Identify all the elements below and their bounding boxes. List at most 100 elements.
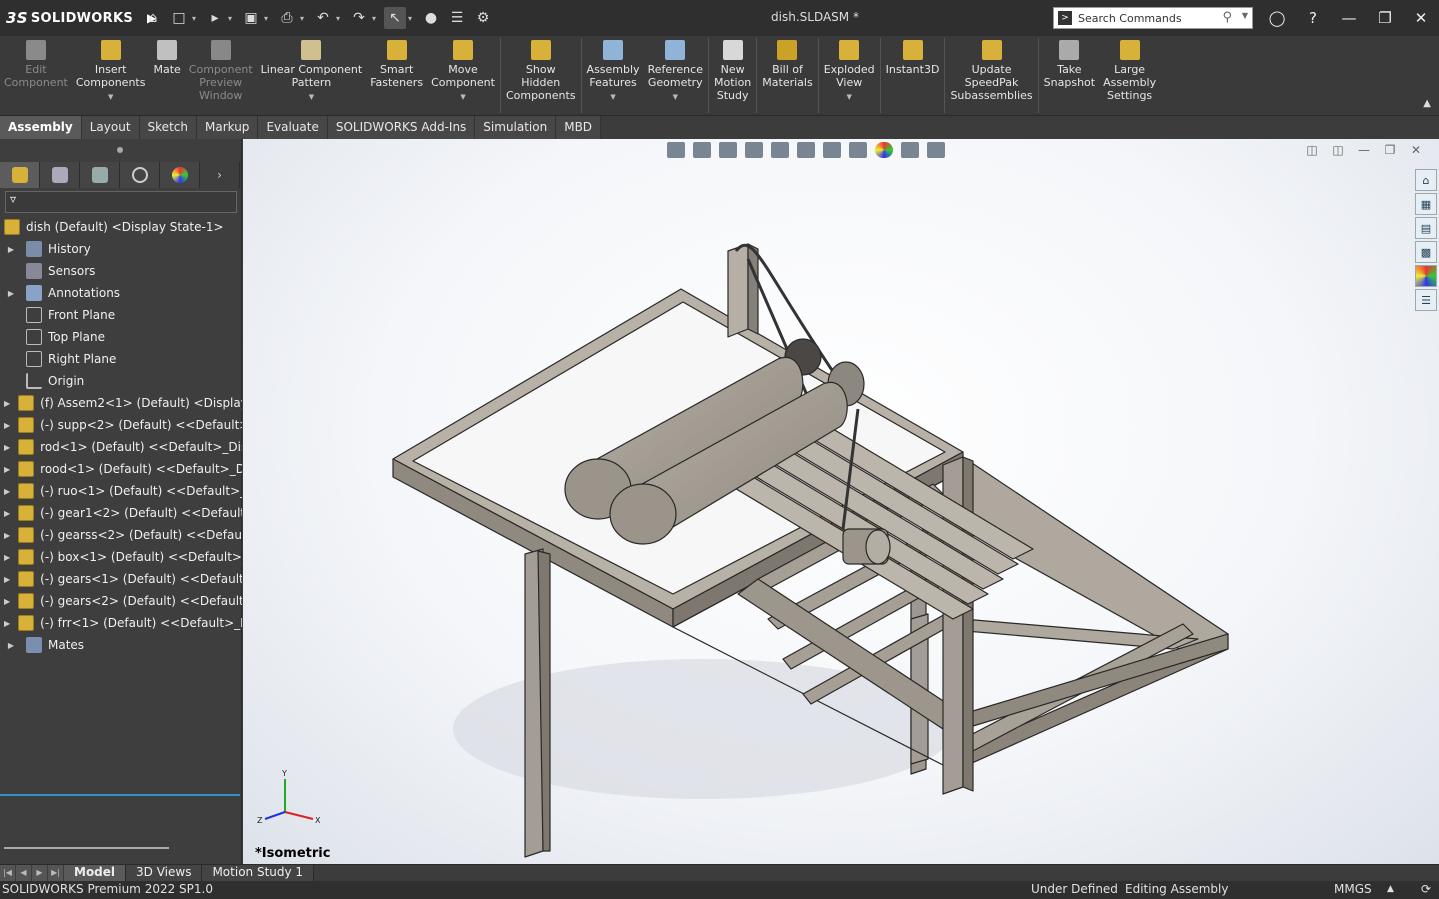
expand-arrow-icon[interactable]: ▶ <box>4 465 10 474</box>
first-tab-button[interactable]: |◀ <box>0 865 15 881</box>
expand-arrow-icon[interactable]: ▶ <box>4 487 10 496</box>
help-icon[interactable]: ? <box>1295 9 1331 27</box>
chevron-down-icon[interactable]: ▾ <box>372 14 382 23</box>
expand-arrow-icon[interactable]: ▶ <box>4 619 10 628</box>
print-icon[interactable]: ⎙ <box>276 7 298 29</box>
rebuild-status-icon[interactable]: ⟳ <box>1421 882 1431 896</box>
redo-icon[interactable]: ↷ <box>348 7 370 29</box>
expand-arrow-icon[interactable]: ▶ <box>4 421 10 430</box>
instant3d-button[interactable]: Instant3D <box>882 36 944 115</box>
tree-node[interactable]: ▶ (-) ruo<1> (Default) <<Default>_Dis <box>0 480 242 502</box>
chevron-down-icon[interactable]: ▼ <box>460 91 465 104</box>
tree-node[interactable]: Origin <box>0 370 242 392</box>
options-icon[interactable]: ⚙ <box>472 7 494 29</box>
collapse-ribbon-icon[interactable]: ▲ <box>1423 98 1431 109</box>
large-assembly-button[interactable]: Large Assembly Settings <box>1099 36 1160 115</box>
select-icon[interactable]: ↖ <box>384 7 406 29</box>
chevron-down-icon[interactable]: ▾ <box>336 14 346 23</box>
minimize-button[interactable]: — <box>1331 9 1367 27</box>
tab-simulation[interactable]: Simulation <box>475 116 557 139</box>
tree-node[interactable]: ▶ (-) box<1> (Default) <<Default>_Dis <box>0 546 242 568</box>
edit-component-button[interactable]: Edit Component <box>0 36 72 115</box>
expand-arrow-icon[interactable]: ▶ <box>4 553 10 562</box>
expand-arrow-icon[interactable]: ▶ <box>4 531 10 540</box>
property-manager-tab[interactable] <box>40 162 80 188</box>
tab-solidworks-add-ins[interactable]: SOLIDWORKS Add-Ins <box>327 116 476 139</box>
show-hidden-button[interactable]: Show Hidden Components <box>502 36 580 115</box>
motion-study-button[interactable]: New Motion Study <box>710 36 755 115</box>
tree-node[interactable]: ▶ Annotations <box>0 282 242 304</box>
tab-model[interactable]: Model <box>64 865 127 881</box>
expand-arrow-icon[interactable]: ▶ <box>4 641 18 650</box>
bom-button[interactable]: Bill of Materials <box>758 36 816 115</box>
close-button[interactable]: ✕ <box>1403 9 1439 27</box>
save-icon[interactable]: ▣ <box>240 7 262 29</box>
expand-arrow-icon[interactable]: ▶ <box>4 443 10 452</box>
unit-system[interactable]: MMGS <box>1334 882 1372 896</box>
tree-node[interactable]: Top Plane <box>0 326 242 348</box>
expand-arrow-icon[interactable]: ▶ <box>4 575 10 584</box>
graphics-area[interactable]: ◫ ◫ — ❐ ✕ ⌂ ▦ ▤ ▩ ☰ Y X Z *Isometric <box>243 139 1439 864</box>
tab-markup[interactable]: Markup <box>196 116 259 139</box>
tree-node[interactable]: Sensors <box>0 260 242 282</box>
chevron-down-icon[interactable]: ▾ <box>300 14 310 23</box>
unit-menu-icon[interactable]: ▲ <box>1387 884 1394 894</box>
user-account-icon[interactable]: ◯ <box>1259 9 1295 27</box>
open-icon[interactable]: ▸ <box>204 7 226 29</box>
tab-layout[interactable]: Layout <box>81 116 140 139</box>
home-icon[interactable]: ⌂ <box>142 7 164 29</box>
chevron-down-icon[interactable]: ▼ <box>846 91 851 104</box>
expand-arrow-icon[interactable]: ▶ <box>4 245 18 254</box>
chevron-down-icon[interactable]: ▾ <box>192 14 202 23</box>
assembly-features-button[interactable]: Assembly Features ▼ <box>583 36 644 115</box>
rebuild-icon[interactable]: ● <box>420 7 442 29</box>
last-tab-button[interactable]: ▶| <box>48 865 63 881</box>
tree-node[interactable]: ▶ rood<1> (Default) <<Default>_Disp <box>0 458 242 480</box>
expand-arrow-icon[interactable]: ▶ <box>4 399 10 408</box>
expand-arrow-icon[interactable]: ▶ <box>4 509 10 518</box>
chevron-down-icon[interactable]: ▼ <box>673 91 678 104</box>
tab-3d-views[interactable]: 3D Views <box>126 865 203 881</box>
search-icon[interactable]: ⚲ <box>1222 10 1232 25</box>
tree-node[interactable]: ▶ Mates <box>0 634 242 656</box>
reference-geometry-button[interactable]: Reference Geometry ▼ <box>644 36 707 115</box>
chevron-down-icon[interactable]: ▼ <box>108 91 113 104</box>
dimxpert-manager-tab[interactable] <box>120 162 160 188</box>
more-tabs-button[interactable]: › <box>200 162 240 188</box>
tab-assembly[interactable]: Assembly <box>0 116 82 139</box>
tree-node[interactable]: ▶ (f) Assem2<1> (Default) <Display St <box>0 392 242 414</box>
search-commands-box[interactable]: > Search Commands ⚲ ▼ <box>1053 7 1253 29</box>
tab-sketch[interactable]: Sketch <box>139 116 197 139</box>
chevron-down-icon[interactable]: ▾ <box>228 14 238 23</box>
tab-mbd[interactable]: MBD <box>556 116 602 139</box>
configuration-manager-tab[interactable] <box>80 162 120 188</box>
panel-grip-icon[interactable] <box>117 147 123 153</box>
search-input[interactable]: Search Commands <box>1078 12 1182 25</box>
tree-node[interactable]: ▶ History <box>0 238 242 260</box>
linear-pattern-button[interactable]: Linear Component Pattern ▼ <box>257 36 367 115</box>
display-manager-tab[interactable] <box>160 162 200 188</box>
insert-components-button[interactable]: Insert Components ▼ <box>72 36 150 115</box>
restore-button[interactable]: ❐ <box>1367 9 1403 27</box>
tree-node[interactable]: ▶ (-) gears<1> (Default) <<Default>_D <box>0 568 242 590</box>
mate-button[interactable]: Mate <box>149 36 184 115</box>
expand-arrow-icon[interactable]: ▶ <box>4 597 10 606</box>
assembly-model[interactable] <box>243 139 1439 864</box>
speedpak-button[interactable]: Update SpeedPak Subassemblies <box>946 36 1036 115</box>
tree-node[interactable]: ▶ (-) supp<2> (Default) <<Default>_D <box>0 414 242 436</box>
tree-node[interactable]: ▶ (-) gears<2> (Default) <<Default>_D <box>0 590 242 612</box>
previous-tab-button[interactable]: ◀ <box>16 865 31 881</box>
tree-node[interactable]: ▶ (-) gear1<2> (Default) <<Default>_D <box>0 502 242 524</box>
undo-icon[interactable]: ↶ <box>312 7 334 29</box>
tree-node[interactable]: ▶ rod<1> (Default) <<Default>_Displa <box>0 436 242 458</box>
horizontal-scrollbar[interactable] <box>4 847 169 849</box>
feature-manager-tab[interactable] <box>0 162 40 188</box>
tree-node[interactable]: Front Plane <box>0 304 242 326</box>
component-preview-button[interactable]: Component Preview Window <box>185 36 257 115</box>
file-properties-icon[interactable]: ☰ <box>446 7 468 29</box>
tree-node[interactable]: ▶ (-) gearss<2> (Default) <<Default>_ <box>0 524 242 546</box>
rollback-bar[interactable] <box>0 794 240 796</box>
chevron-down-icon[interactable]: ▾ <box>408 14 418 23</box>
exploded-view-button[interactable]: Exploded View ▼ <box>820 36 879 115</box>
expand-arrow-icon[interactable]: ▶ <box>4 289 18 298</box>
